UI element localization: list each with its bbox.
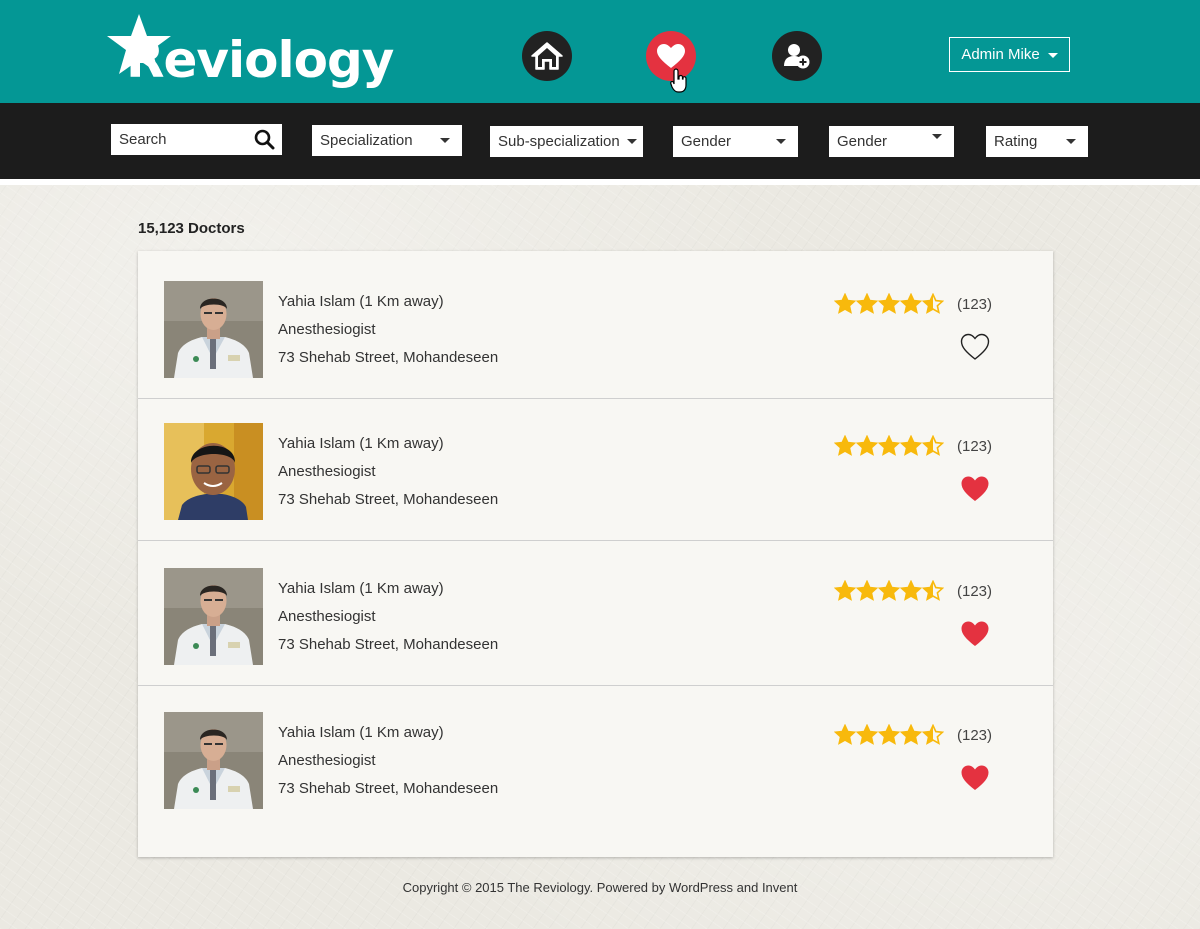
doctor-row[interactable]: Yahia Islam (1 Km away) Anesthesiogist 7… (138, 686, 1053, 857)
specialization-label: Specialization (320, 132, 413, 149)
star-full-icon (878, 435, 900, 456)
doctor-name[interactable]: Yahia Islam (1 Km away) (278, 719, 498, 747)
doctor-address: 73 Shehab Street, Mohandeseen (278, 636, 499, 653)
star-full-icon (856, 435, 878, 456)
star-full-icon (856, 293, 878, 314)
star-full-icon (900, 580, 922, 601)
home-icon (531, 42, 563, 70)
rating-select[interactable]: Rating (986, 126, 1088, 157)
star-rating (834, 293, 944, 314)
doctor-specialty: Anesthesiogist (278, 321, 376, 338)
doctor-info: Yahia Islam (1 Km away) Anesthesiogist 7… (278, 575, 498, 659)
star-half-icon (922, 580, 944, 601)
gender-select-2[interactable]: Gender (829, 126, 954, 157)
footer-copyright: Copyright © 2015 The Reviology. Powered … (402, 880, 798, 895)
favorite-toggle[interactable] (960, 475, 990, 508)
reviology-logo[interactable]: Reviology (104, 12, 394, 89)
doctor-row[interactable]: Yahia Islam (1 Km away) Anesthesiogist 7… (138, 399, 1053, 541)
doctor-info: Yahia Islam (1 Km away) Anesthesiogist 7… (278, 288, 498, 372)
search-input[interactable] (119, 131, 249, 148)
doctor-specialty: Anesthesiogist (278, 608, 376, 625)
specialization-select[interactable]: Specialization (312, 125, 462, 156)
star-full-icon (834, 435, 856, 456)
chevron-down-icon (776, 139, 786, 144)
chevron-down-icon (932, 134, 942, 139)
heart-filled-icon (961, 765, 989, 790)
favorite-toggle[interactable] (960, 333, 990, 366)
search-icon[interactable] (254, 129, 275, 150)
doctor-info: Yahia Islam (1 Km away) Anesthesiogist 7… (278, 430, 498, 514)
top-header: Reviology Admin Mike (0, 0, 1200, 103)
filter-bar-divider (0, 179, 1200, 185)
star-rating (834, 435, 944, 456)
gender-label-2: Gender (837, 133, 888, 150)
review-count[interactable]: (123) (957, 727, 992, 744)
home-button[interactable] (522, 31, 572, 81)
doctor-photo[interactable] (164, 281, 263, 378)
chevron-down-icon (1047, 53, 1058, 58)
doctor-name[interactable]: Yahia Islam (1 Km away) (278, 288, 498, 316)
star-full-icon (900, 435, 922, 456)
doctor-info: Yahia Islam (1 Km away) Anesthesiogist 7… (278, 719, 498, 803)
doctor-address: 73 Shehab Street, Mohandeseen (278, 349, 499, 366)
star-full-icon (834, 724, 856, 745)
star-half-icon (922, 293, 944, 314)
star-half-icon (922, 724, 944, 745)
star-full-icon (856, 580, 878, 601)
review-count[interactable]: (123) (957, 583, 992, 600)
gender-select[interactable]: Gender (673, 126, 798, 157)
doctor-photo[interactable] (164, 423, 263, 520)
search-field[interactable] (111, 124, 282, 155)
chevron-down-icon (627, 139, 637, 144)
chevron-down-icon (1066, 139, 1076, 144)
star-full-icon (834, 580, 856, 601)
star-full-icon (834, 293, 856, 314)
doctor-specialty: Anesthesiogist (278, 463, 376, 480)
star-full-icon (900, 293, 922, 314)
admin-label: Admin Mike (961, 46, 1040, 63)
add-user-button[interactable] (772, 31, 822, 81)
heart-filled-icon (961, 476, 989, 501)
star-full-icon (856, 724, 878, 745)
doctor-photo[interactable] (164, 568, 263, 665)
results-count: 15,123 Doctors (138, 220, 245, 237)
rating-label: Rating (994, 133, 1038, 150)
sub-specialization-select[interactable]: Sub-specialization (490, 126, 643, 157)
chevron-down-icon (440, 138, 450, 143)
star-full-icon (878, 580, 900, 601)
star-full-icon (878, 293, 900, 314)
doctor-name[interactable]: Yahia Islam (1 Km away) (278, 575, 498, 603)
gender-label: Gender (681, 133, 732, 150)
star-half-icon (922, 435, 944, 456)
doctor-specialty: Anesthesiogist (278, 752, 376, 769)
doctor-row[interactable]: Yahia Islam (1 Km away) Anesthesiogist 7… (138, 541, 1053, 686)
doctor-list: Yahia Islam (1 Km away) Anesthesiogist 7… (138, 251, 1053, 857)
heart-icon (657, 44, 685, 68)
star-full-icon (878, 724, 900, 745)
doctor-row[interactable]: Yahia Islam (1 Km away) Anesthesiogist 7… (138, 251, 1053, 399)
star-full-icon (900, 724, 922, 745)
add-user-icon (784, 44, 810, 69)
star-rating (834, 580, 944, 601)
favorite-toggle[interactable] (960, 620, 990, 653)
review-count[interactable]: (123) (957, 438, 992, 455)
admin-menu-button[interactable]: Admin Mike (949, 37, 1070, 72)
doctor-address: 73 Shehab Street, Mohandeseen (278, 491, 499, 508)
review-count[interactable]: (123) (957, 296, 992, 313)
logo-text: Reviology (126, 31, 394, 89)
doctor-name[interactable]: Yahia Islam (1 Km away) (278, 430, 498, 458)
hand-cursor-icon (670, 68, 687, 93)
sub-specialization-label: Sub-specialization (498, 133, 620, 150)
heart-outline-icon (960, 333, 990, 360)
doctor-photo[interactable] (164, 712, 263, 809)
star-rating (834, 724, 944, 745)
doctor-address: 73 Shehab Street, Mohandeseen (278, 780, 499, 797)
favorite-toggle[interactable] (960, 764, 990, 797)
heart-filled-icon (961, 621, 989, 646)
